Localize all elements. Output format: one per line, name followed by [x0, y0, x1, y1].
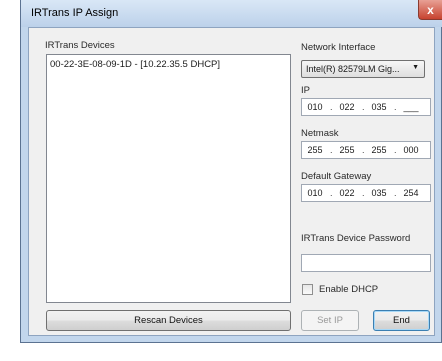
- ip-separator: .: [330, 188, 333, 198]
- ip-octet-1[interactable]: 010: [305, 102, 325, 112]
- network-interface-value: Intel(R) 82579LM Gig...: [306, 64, 400, 74]
- password-field[interactable]: [301, 254, 431, 272]
- netmask-octet-3[interactable]: 255: [369, 145, 389, 155]
- devices-label: IRTrans Devices: [45, 40, 115, 51]
- ip-separator: .: [394, 188, 397, 198]
- ip-assign-window: IRTrans IP Assign x IRTrans Devices 00-2…: [20, 0, 442, 343]
- ip-separator: .: [394, 145, 397, 155]
- gateway-octet-2[interactable]: 022: [337, 188, 357, 198]
- close-button[interactable]: x: [418, 0, 442, 20]
- ip-address-field[interactable]: 010 . 022 . 035 . ___: [301, 98, 431, 116]
- enable-dhcp-checkbox[interactable]: [302, 284, 313, 295]
- ip-separator: .: [362, 102, 365, 112]
- ip-label: IP: [301, 85, 310, 96]
- close-icon: x: [427, 3, 434, 17]
- end-button[interactable]: End: [373, 310, 430, 331]
- ip-octet-4[interactable]: ___: [401, 102, 421, 112]
- ip-separator: .: [362, 145, 365, 155]
- netmask-field[interactable]: 255 . 255 . 255 . 000: [301, 141, 431, 159]
- password-label: IRTrans Device Password: [301, 233, 411, 244]
- gateway-label: Default Gateway: [301, 171, 372, 182]
- netmask-octet-1[interactable]: 255: [305, 145, 325, 155]
- ip-separator: .: [330, 102, 333, 112]
- ip-separator: .: [394, 102, 397, 112]
- ip-octet-2[interactable]: 022: [337, 102, 357, 112]
- dialog-client-area: IRTrans Devices 00-22-3E-08-09-1D - [10.…: [28, 27, 435, 336]
- gateway-octet-4[interactable]: 254: [401, 188, 421, 198]
- gateway-field[interactable]: 010 . 022 . 035 . 254: [301, 184, 431, 202]
- gateway-octet-1[interactable]: 010: [305, 188, 325, 198]
- netmask-label: Netmask: [301, 128, 339, 139]
- set-ip-button[interactable]: Set IP: [301, 310, 359, 331]
- ip-separator: .: [330, 145, 333, 155]
- netmask-octet-2[interactable]: 255: [337, 145, 357, 155]
- network-interface-dropdown[interactable]: Intel(R) 82579LM Gig... ▼: [301, 60, 425, 78]
- rescan-devices-button[interactable]: Rescan Devices: [46, 310, 291, 331]
- network-interface-label: Network Interface: [301, 42, 376, 53]
- list-item[interactable]: 00-22-3E-08-09-1D - [10.22.35.5 DHCP]: [50, 59, 220, 70]
- chevron-down-icon: ▼: [412, 64, 419, 71]
- ip-octet-3[interactable]: 035: [369, 102, 389, 112]
- enable-dhcp-label[interactable]: Enable DHCP: [319, 284, 378, 295]
- devices-listbox[interactable]: 00-22-3E-08-09-1D - [10.22.35.5 DHCP]: [46, 54, 291, 303]
- ip-separator: .: [362, 188, 365, 198]
- window-title: IRTrans IP Assign: [31, 7, 119, 19]
- title-bar[interactable]: IRTrans IP Assign x: [21, 0, 442, 27]
- netmask-octet-4[interactable]: 000: [401, 145, 421, 155]
- gateway-octet-3[interactable]: 035: [369, 188, 389, 198]
